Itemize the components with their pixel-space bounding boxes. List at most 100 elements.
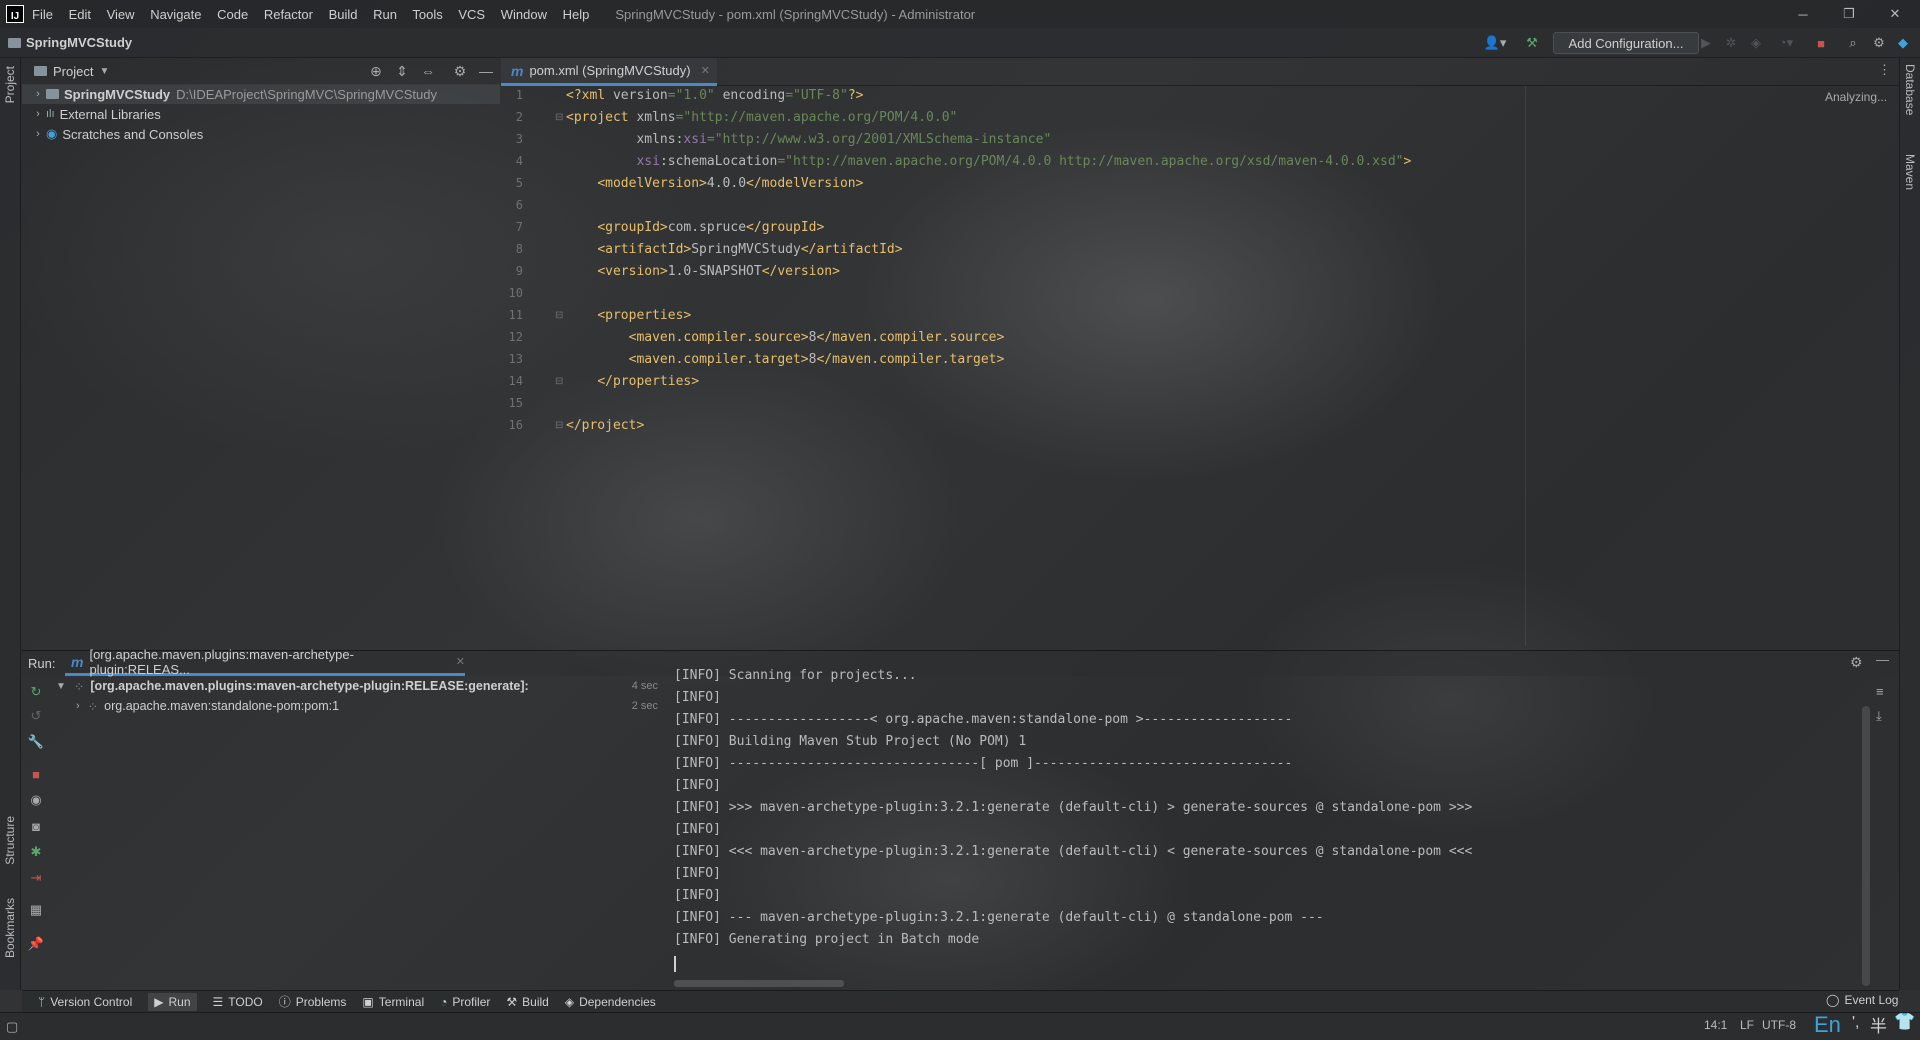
- run-tree-item-child[interactable]: › ⁘ org.apache.maven:standalone-pom:pom:…: [76, 696, 339, 716]
- toggle-tool-windows-icon[interactable]: ▢: [6, 1019, 18, 1035]
- fold-marker-icon[interactable]: ⊟: [555, 310, 563, 321]
- hide-panel-icon[interactable]: —: [478, 62, 494, 80]
- chevron-down-icon[interactable]: ▼: [56, 681, 66, 692]
- coverage-icon[interactable]: ◈: [1747, 33, 1765, 53]
- tree-item-project[interactable]: › SpringMVCStudy D:\IDEAProject\SpringMV…: [22, 84, 500, 104]
- profiler-dropdown-icon[interactable]: ◔▾: [1772, 33, 1800, 53]
- debug-icon[interactable]: ✲: [1722, 33, 1740, 53]
- caret-position[interactable]: 14:1: [1704, 1018, 1727, 1032]
- code-line[interactable]: <maven.compiler.target>8</maven.compiler…: [566, 352, 1005, 367]
- menu-file[interactable]: File: [32, 7, 53, 22]
- code-line[interactable]: <project xmlns="http://maven.apache.org/…: [566, 110, 957, 125]
- expand-all-icon[interactable]: ⇕: [394, 62, 410, 80]
- console-vertical-scrollbar[interactable]: [1862, 706, 1870, 986]
- terminal-tool-button[interactable]: ▣ Terminal: [362, 995, 424, 1009]
- menu-refactor[interactable]: Refactor: [264, 7, 313, 22]
- rerun-failed-icon[interactable]: ↺: [28, 708, 44, 724]
- fold-marker-icon[interactable]: ⊟: [555, 420, 563, 431]
- locate-icon[interactable]: ⊕: [368, 62, 384, 80]
- maven-tool-button[interactable]: Maven: [1903, 154, 1917, 190]
- structure-tool-button[interactable]: Structure: [3, 816, 17, 865]
- wrench-icon[interactable]: 🔧: [28, 734, 44, 750]
- code-line[interactable]: xmlns:xsi="http://www.w3.org/2001/XMLSch…: [566, 132, 1051, 147]
- ide-update-icon[interactable]: ◆: [1894, 33, 1912, 53]
- menu-tools[interactable]: Tools: [412, 7, 442, 22]
- code-line[interactable]: <?xml version="1.0" encoding="UTF-8"?>: [566, 88, 863, 103]
- ime-language[interactable]: En: [1814, 1012, 1841, 1038]
- exit-icon[interactable]: ⇥: [28, 870, 44, 886]
- dependencies-tool-button[interactable]: ◈ Dependencies: [565, 995, 656, 1009]
- close-icon[interactable]: ✕: [1872, 0, 1918, 28]
- todo-tool-button[interactable]: ☰ TODO: [213, 995, 263, 1009]
- version-control-tool-button[interactable]: ᛘ Version Control: [38, 995, 132, 1009]
- code-line[interactable]: <maven.compiler.source>8</maven.compiler…: [566, 330, 1005, 345]
- code-line[interactable]: <properties>: [566, 308, 691, 323]
- ime-halfwidth-icon[interactable]: 半: [1870, 1012, 1887, 1037]
- code-line[interactable]: <artifactId>SpringMVCStudy</artifactId>: [566, 242, 902, 257]
- layout-icon[interactable]: ▦: [28, 902, 44, 918]
- gear-icon[interactable]: ⚙: [452, 62, 468, 80]
- code-line[interactable]: </project>: [566, 418, 644, 433]
- bug-icon[interactable]: ✱: [28, 844, 44, 860]
- close-tab-icon[interactable]: ✕: [456, 655, 465, 668]
- menu-edit[interactable]: Edit: [69, 7, 91, 22]
- fold-marker-icon[interactable]: ⊟: [555, 376, 563, 387]
- tree-item-scratches[interactable]: › ◉ Scratches and Consoles: [22, 124, 500, 144]
- restore-icon[interactable]: ❐: [1826, 0, 1872, 28]
- code-line[interactable]: <version>1.0-SNAPSHOT</version>: [566, 264, 840, 279]
- user-icon[interactable]: 👤▾: [1480, 33, 1510, 53]
- chevron-right-icon[interactable]: ›: [76, 700, 80, 712]
- tree-item-external-libraries[interactable]: › ılı External Libraries: [22, 104, 500, 124]
- project-tool-button[interactable]: Project: [3, 66, 17, 103]
- event-log-tool-button[interactable]: ◯ Event Log: [1826, 993, 1898, 1007]
- line-separator[interactable]: LF: [1740, 1018, 1754, 1032]
- run-tab[interactable]: m [org.apache.maven.plugins:maven-archet…: [65, 647, 465, 677]
- rerun-icon[interactable]: ↻: [28, 684, 44, 700]
- ime-skin-icon[interactable]: 👕: [1894, 1012, 1915, 1032]
- camera-icon[interactable]: ◙: [28, 818, 44, 834]
- code-line[interactable]: </properties>: [566, 374, 699, 389]
- minimize-icon[interactable]: ─: [1780, 0, 1826, 28]
- add-configuration-button[interactable]: Add Configuration...: [1553, 32, 1699, 54]
- stop-icon[interactable]: ■: [28, 766, 44, 782]
- menu-view[interactable]: View: [107, 7, 135, 22]
- menu-vcs[interactable]: VCS: [458, 7, 485, 22]
- soft-wrap-icon[interactable]: ≡: [1876, 684, 1884, 699]
- bookmarks-tool-button[interactable]: Bookmarks: [3, 898, 17, 958]
- profiler-tool-button[interactable]: ◔ Profiler: [440, 995, 490, 1009]
- more-options-icon[interactable]: ⋮: [1878, 62, 1891, 78]
- code-line[interactable]: <groupId>com.spruce</groupId>: [566, 220, 824, 235]
- problems-tool-button[interactable]: ⓘ Problems: [279, 993, 347, 1010]
- fold-marker-icon[interactable]: ⊟: [555, 112, 563, 123]
- code-line[interactable]: <modelVersion>4.0.0</modelVersion>: [566, 176, 863, 191]
- editor-tab-pom[interactable]: m pom.xml (SpringMVCStudy) ✕: [501, 58, 717, 86]
- eye-icon[interactable]: ◉: [28, 792, 44, 808]
- pin-icon[interactable]: 📌: [28, 936, 44, 952]
- build-hammer-icon[interactable]: ⚒: [1522, 33, 1542, 53]
- menu-help[interactable]: Help: [563, 7, 590, 22]
- run-icon[interactable]: ▶: [1697, 33, 1715, 53]
- run-tree-item-root[interactable]: ▼ ⁘ [org.apache.maven.plugins:maven-arch…: [56, 676, 529, 696]
- scroll-to-end-icon[interactable]: ⤓: [1876, 708, 1882, 724]
- close-tab-icon[interactable]: ✕: [701, 64, 710, 77]
- code-line[interactable]: xsi:schemaLocation="http://maven.apache.…: [566, 154, 1411, 169]
- breadcrumb[interactable]: SpringMVCStudy: [8, 35, 132, 50]
- menu-window[interactable]: Window: [501, 7, 547, 22]
- console-horizontal-scrollbar[interactable]: [674, 980, 844, 987]
- gear-icon[interactable]: ⚙: [1870, 33, 1888, 53]
- menu-build[interactable]: Build: [329, 7, 358, 22]
- database-tool-button[interactable]: Database: [1903, 64, 1917, 115]
- build-tool-button[interactable]: ⚒ Build: [506, 995, 548, 1009]
- menu-navigate[interactable]: Navigate: [150, 7, 201, 22]
- menu-run[interactable]: Run: [373, 7, 397, 22]
- chevron-right-icon[interactable]: ›: [30, 108, 46, 120]
- run-tool-button[interactable]: ▶ Run: [148, 992, 197, 1011]
- hide-panel-icon[interactable]: —: [1876, 652, 1889, 667]
- breadcrumb-project[interactable]: SpringMVCStudy: [26, 35, 132, 50]
- chevron-right-icon[interactable]: ›: [30, 88, 46, 100]
- ime-punctuation-icon[interactable]: ',: [1852, 1014, 1860, 1032]
- stop-icon[interactable]: ■: [1812, 33, 1830, 53]
- menu-code[interactable]: Code: [217, 7, 248, 22]
- chevron-right-icon[interactable]: ›: [30, 128, 46, 140]
- search-icon[interactable]: ⌕: [1844, 33, 1862, 53]
